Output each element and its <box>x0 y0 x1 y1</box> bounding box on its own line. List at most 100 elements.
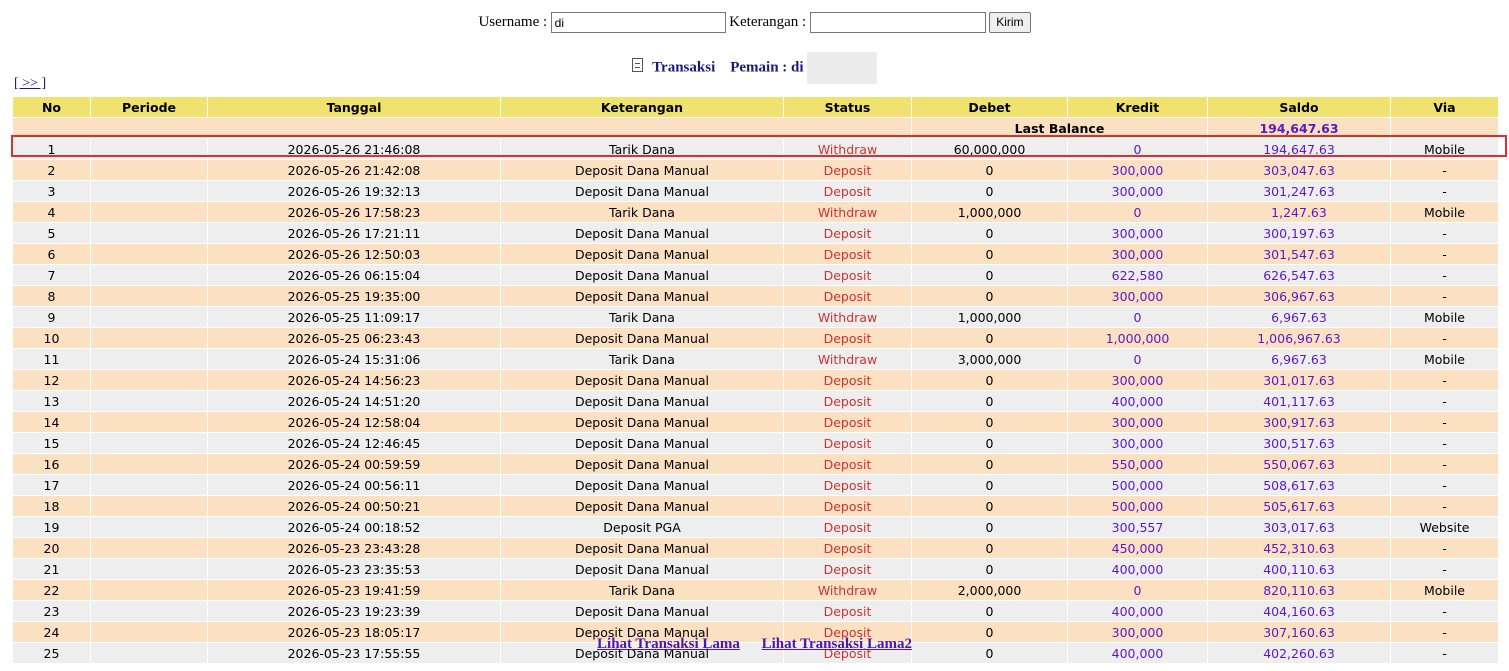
row-debet: 0 <box>911 264 1068 286</box>
table-row: 4 2026-05-26 17:58:23 Tarik Dana Withdraw 1,… <box>12 201 1499 223</box>
row-periode <box>90 474 208 496</box>
row-via: - <box>1390 474 1499 496</box>
row-tanggal: 2026-05-25 11:09:17 <box>207 306 501 328</box>
row-status: Deposit <box>783 159 912 181</box>
lihat-transaksi-lama2-link[interactable]: Lihat Transaksi Lama2 <box>762 636 912 652</box>
row-status: Deposit <box>783 390 912 412</box>
row-periode <box>90 516 208 538</box>
row-keterangan: Deposit Dana Manual <box>500 537 784 559</box>
row-tanggal: 2026-05-24 15:31:06 <box>207 348 501 370</box>
row-status: Withdraw <box>783 348 912 370</box>
row-kredit: 1,000,000 <box>1067 327 1208 349</box>
row-periode <box>90 537 208 559</box>
row-via: - <box>1390 243 1499 265</box>
row-no: 5 <box>12 222 91 244</box>
row-via: - <box>1390 264 1499 286</box>
row-via: - <box>1390 432 1499 454</box>
row-saldo: 6,967.63 <box>1207 348 1391 370</box>
row-saldo: 401,117.63 <box>1207 390 1391 412</box>
row-no: 14 <box>12 411 91 433</box>
row-via: - <box>1390 537 1499 559</box>
footer-links: Lihat Transaksi Lama Lihat Transaksi Lam… <box>0 636 1509 653</box>
row-via: Website <box>1390 516 1499 538</box>
row-keterangan: Deposit Dana Manual <box>500 159 784 181</box>
username-input[interactable] <box>550 12 726 33</box>
column-header: Kredit <box>1067 96 1208 118</box>
table-row: 5 2026-05-26 17:21:11 Deposit Dana Manual D… <box>12 222 1499 244</box>
row-via: Mobile <box>1390 138 1499 160</box>
row-tanggal: 2026-05-23 23:43:28 <box>207 537 501 559</box>
table-row: 7 2026-05-26 06:15:04 Deposit Dana Manual D… <box>12 264 1499 286</box>
row-keterangan: Deposit Dana Manual <box>500 411 784 433</box>
column-header: Tanggal <box>207 96 501 118</box>
row-no: 17 <box>12 474 91 496</box>
row-keterangan: Deposit Dana Manual <box>500 222 784 244</box>
row-via: Mobile <box>1390 201 1499 223</box>
column-header: Periode <box>90 96 208 118</box>
lihat-transaksi-lama-link[interactable]: Lihat Transaksi Lama <box>597 636 740 652</box>
row-periode <box>90 453 208 475</box>
row-saldo: 452,310.63 <box>1207 537 1391 559</box>
row-no: 2 <box>12 159 91 181</box>
column-header: No <box>12 96 91 118</box>
transaction-table: No Periode Tanggal Keterangan Status Debet Kre… <box>12 96 1499 664</box>
row-status: Deposit <box>783 516 912 538</box>
row-no: 1 <box>12 138 91 160</box>
row-periode <box>90 180 208 202</box>
row-periode <box>90 495 208 517</box>
row-saldo: 303,047.63 <box>1207 159 1391 181</box>
row-kredit: 0 <box>1067 348 1208 370</box>
row-no: 9 <box>12 306 91 328</box>
row-keterangan: Deposit Dana Manual <box>500 474 784 496</box>
row-via: - <box>1390 222 1499 244</box>
row-saldo: 301,247.63 <box>1207 180 1391 202</box>
row-kredit: 300,000 <box>1067 411 1208 433</box>
keterangan-input[interactable] <box>809 12 986 33</box>
row-keterangan: Deposit PGA <box>500 516 784 538</box>
table-row: 6 2026-05-26 12:50:03 Deposit Dana Manual D… <box>12 243 1499 265</box>
row-debet: 2,000,000 <box>911 579 1068 601</box>
row-debet: 0 <box>911 474 1068 496</box>
column-header: Status <box>783 96 912 118</box>
table-row: 22 2026-05-23 19:41:59 Tarik Dana Withdraw 2… <box>12 579 1499 601</box>
kirim-button[interactable]: Kirim <box>989 12 1031 33</box>
row-status: Withdraw <box>783 579 912 601</box>
table-row: 23 2026-05-23 19:23:39 Deposit Dana Manual… <box>12 600 1499 622</box>
row-debet: 0 <box>911 390 1068 412</box>
row-tanggal: 2026-05-24 12:58:04 <box>207 411 501 433</box>
column-header: Via <box>1390 96 1499 118</box>
next-page-link[interactable]: [ >> ] <box>14 76 46 92</box>
row-debet: 1,000,000 <box>911 201 1068 223</box>
row-kredit: 400,000 <box>1067 600 1208 622</box>
row-tanggal: 2026-05-24 00:50:21 <box>207 495 501 517</box>
row-status: Deposit <box>783 264 912 286</box>
row-kredit: 300,000 <box>1067 243 1208 265</box>
row-status: Withdraw <box>783 138 912 160</box>
row-periode <box>90 201 208 223</box>
row-periode <box>90 579 208 601</box>
row-debet: 0 <box>911 453 1068 475</box>
row-kredit: 300,000 <box>1067 285 1208 307</box>
row-periode <box>90 285 208 307</box>
row-tanggal: 2026-05-24 14:51:20 <box>207 390 501 412</box>
row-saldo: 550,067.63 <box>1207 453 1391 475</box>
row-keterangan: Deposit Dana Manual <box>500 285 784 307</box>
transaksi-title: Transaksi <box>652 59 716 76</box>
row-debet: 0 <box>911 537 1068 559</box>
table-row: 19 2026-05-24 00:18:52 Deposit PGA Deposit 0… <box>12 516 1499 538</box>
row-no: 15 <box>12 432 91 454</box>
row-debet: 60,000,000 <box>911 138 1068 160</box>
row-status: Deposit <box>783 432 912 454</box>
row-kredit: 300,557 <box>1067 516 1208 538</box>
row-tanggal: 2026-05-24 00:56:11 <box>207 474 501 496</box>
row-status: Deposit <box>783 411 912 433</box>
row-no: 10 <box>12 327 91 349</box>
row-status: Deposit <box>783 243 912 265</box>
row-periode <box>90 159 208 181</box>
row-keterangan: Deposit Dana Manual <box>500 453 784 475</box>
row-debet: 0 <box>911 159 1068 181</box>
row-tanggal: 2026-05-24 00:18:52 <box>207 516 501 538</box>
row-debet: 0 <box>911 327 1068 349</box>
row-no: 7 <box>12 264 91 286</box>
table-row: 18 2026-05-24 00:50:21 Deposit Dana Manual… <box>12 495 1499 517</box>
